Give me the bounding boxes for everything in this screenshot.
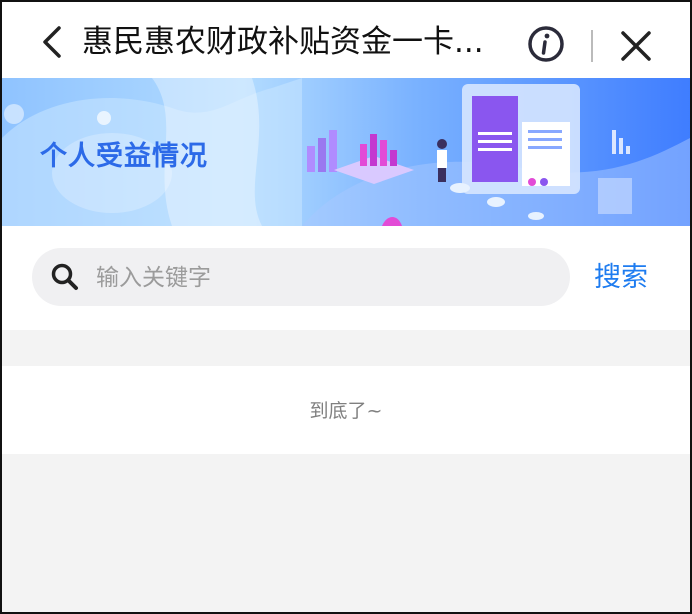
nav-bar: 惠民惠农财政补贴资金一卡... <box>2 2 690 78</box>
chevron-left-icon <box>43 26 61 58</box>
search-box[interactable] <box>32 248 570 306</box>
info-button[interactable] <box>526 24 566 64</box>
search-icon <box>51 263 78 290</box>
section-gap <box>2 330 690 366</box>
info-icon <box>528 26 564 62</box>
app-frame: 惠民惠农财政补贴资金一卡... 个人受益情况 输入关键字 搜索 到底了~ <box>0 0 692 614</box>
search-button[interactable]: 搜索 <box>594 256 664 300</box>
banner-title: 个人受益情况 <box>40 141 208 172</box>
back-button[interactable] <box>32 20 72 64</box>
header-banner: 个人受益情况 <box>2 78 690 226</box>
search-area: 搜索 <box>2 226 690 330</box>
page-title: 惠民惠农财政补贴资金一卡... <box>82 24 484 60</box>
empty-area <box>2 454 690 612</box>
end-of-list-text: 到底了~ <box>309 400 383 422</box>
nav-divider <box>591 30 593 62</box>
search-input[interactable] <box>94 256 558 300</box>
close-button[interactable] <box>614 24 658 68</box>
list-end: 到底了~ <box>2 366 690 454</box>
close-icon <box>621 31 651 61</box>
